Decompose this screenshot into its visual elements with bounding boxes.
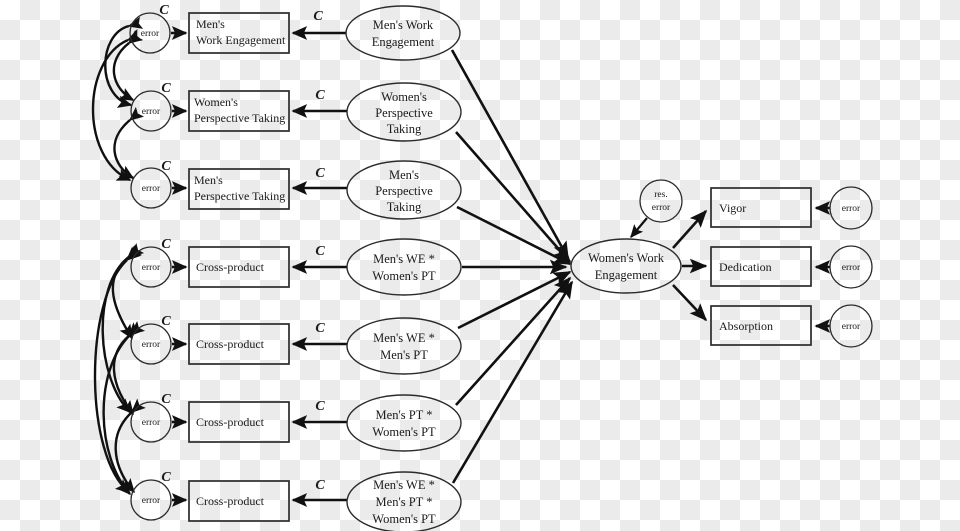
- structural-path-2: [455, 131, 572, 264]
- latent-label-3-line1: Men's: [389, 168, 419, 182]
- constraint-label-loading-3: C: [315, 166, 325, 181]
- latent-label-5-line1: Men's WE *: [373, 331, 435, 345]
- constraint-label-error-3: C: [161, 159, 171, 174]
- residual-error-label-line2: error: [652, 203, 671, 213]
- latent-ellipse-6: [346, 394, 462, 452]
- latent-label-2-line3: Taking: [387, 122, 422, 136]
- indicator-label-1-line1: Men's: [196, 17, 225, 31]
- structural-path-5: [457, 270, 572, 330]
- latent-ellipse-5: [346, 317, 462, 375]
- predictor-row-4: error C Cross-product C Men's WE * Women…: [130, 237, 462, 296]
- predictor-row-3: error C Men's Perspective Taking C Men's…: [130, 159, 462, 220]
- latent-label-1-line1: Men's Work: [373, 18, 434, 32]
- latent-label-6-line2: Women's PT: [372, 425, 436, 439]
- outcome-indicator-dedication: Dedication error: [682, 245, 873, 289]
- structural-path-6: [455, 276, 572, 406]
- constraint-label-error-4: C: [161, 237, 171, 252]
- latent-label-3-line3: Taking: [387, 200, 422, 214]
- constraint-label-error-2: C: [161, 81, 171, 96]
- indicator-label-2-line2: Perspective Taking: [194, 111, 285, 125]
- outcome-latent-ellipse: [570, 238, 682, 294]
- constraint-label-loading-6: C: [315, 399, 325, 414]
- outcome-latent-label-line1: Women's Work: [588, 251, 665, 265]
- outcome-label-absorption: Absorption: [719, 319, 773, 333]
- latent-ellipse-4: [346, 238, 462, 296]
- predictor-row-5: error C Cross-product C Men's WE * Men's…: [130, 314, 462, 375]
- outcome-loading-arrow-vigor: [672, 209, 708, 249]
- predictor-row-1: error C Men's Work Engagement C Men's Wo…: [129, 3, 461, 61]
- latent-label-5-line2: Men's PT: [380, 348, 428, 362]
- outcome-indicator-absorption: Absorption error: [672, 284, 873, 348]
- constraint-label-error-5: C: [161, 314, 171, 329]
- indicator-label-7-line1: Cross-product: [196, 494, 265, 508]
- error-label-1: error: [141, 29, 160, 39]
- structural-path-3: [456, 205, 572, 266]
- error-label-2: error: [142, 107, 161, 117]
- error-label-7: error: [142, 496, 161, 506]
- structural-path-1: [450, 49, 570, 260]
- latent-ellipse-1: [345, 5, 461, 61]
- error-label-4: error: [142, 263, 161, 273]
- residual-error-arrow: [630, 217, 648, 239]
- indicator-label-4-line1: Cross-product: [196, 260, 265, 274]
- structural-paths: [450, 49, 574, 484]
- latent-label-2-line1: Women's: [381, 90, 427, 104]
- predictor-row-6: error C Cross-product C Men's PT * Women…: [130, 392, 462, 452]
- outcome-label-dedication: Dedication: [719, 260, 772, 274]
- outcome-indicator-vigor: Vigor error: [672, 186, 873, 249]
- latent-label-7-line1: Men's WE *: [373, 478, 435, 492]
- constraint-label-error-1: C: [159, 3, 169, 18]
- outcome-loading-arrow-absorption: [672, 284, 708, 322]
- constraint-label-loading-4: C: [315, 244, 325, 259]
- latent-label-4-line1: Men's WE *: [373, 252, 435, 266]
- predictor-row-7: error C Cross-product C Men's WE * Men's…: [130, 470, 462, 531]
- error-label-5: error: [142, 340, 161, 350]
- latent-label-7-line2: Men's PT *: [376, 495, 433, 509]
- outcome-latent-group: Women's Work Engagement: [570, 238, 682, 294]
- outcome-error-label-dedication: error: [842, 263, 861, 273]
- constraint-label-error-7: C: [161, 470, 171, 485]
- structural-path-7: [451, 280, 574, 484]
- constraint-label-loading-7: C: [315, 478, 325, 493]
- outcome-label-vigor: Vigor: [719, 201, 746, 215]
- indicator-label-3-line1: Men's: [194, 173, 223, 187]
- error-correlation-curves-upper: [91, 16, 145, 182]
- outcome-error-label-absorption: error: [842, 322, 861, 332]
- latent-label-4-line2: Women's PT: [372, 269, 436, 283]
- constraint-label-loading-2: C: [315, 88, 325, 103]
- indicator-label-5-line1: Cross-product: [196, 337, 265, 351]
- indicator-label-6-line1: Cross-product: [196, 415, 265, 429]
- latent-label-6-line1: Men's PT *: [376, 408, 433, 422]
- indicator-label-3-line2: Perspective Taking: [194, 189, 285, 203]
- residual-error-label-line1: res.: [654, 190, 667, 200]
- outcome-error-label-vigor: error: [842, 204, 861, 214]
- outcome-latent-label-line2: Engagement: [595, 268, 658, 282]
- sem-path-diagram: error C Men's Work Engagement C Men's Wo…: [0, 0, 960, 531]
- constraint-label-error-6: C: [161, 392, 171, 407]
- error-label-3: error: [142, 184, 161, 194]
- residual-error-circle: [639, 179, 683, 223]
- residual-error-group: res. error: [630, 179, 683, 239]
- latent-label-3-line2: Perspective: [375, 184, 433, 198]
- latent-label-1-line2: Engagement: [372, 35, 435, 49]
- indicator-label-2-line1: Women's: [194, 95, 238, 109]
- predictor-row-2: error C Women's Perspective Taking C Wom…: [130, 81, 462, 142]
- latent-label-7-line3: Women's PT: [372, 512, 436, 526]
- latent-label-2-line2: Perspective: [375, 106, 433, 120]
- error-correlation-curves-lower: [93, 243, 146, 496]
- constraint-label-loading-1: C: [313, 9, 323, 24]
- indicator-label-1-line2: Work Engagement: [196, 33, 286, 47]
- constraint-label-loading-5: C: [315, 321, 325, 336]
- error-label-6: error: [142, 418, 161, 428]
